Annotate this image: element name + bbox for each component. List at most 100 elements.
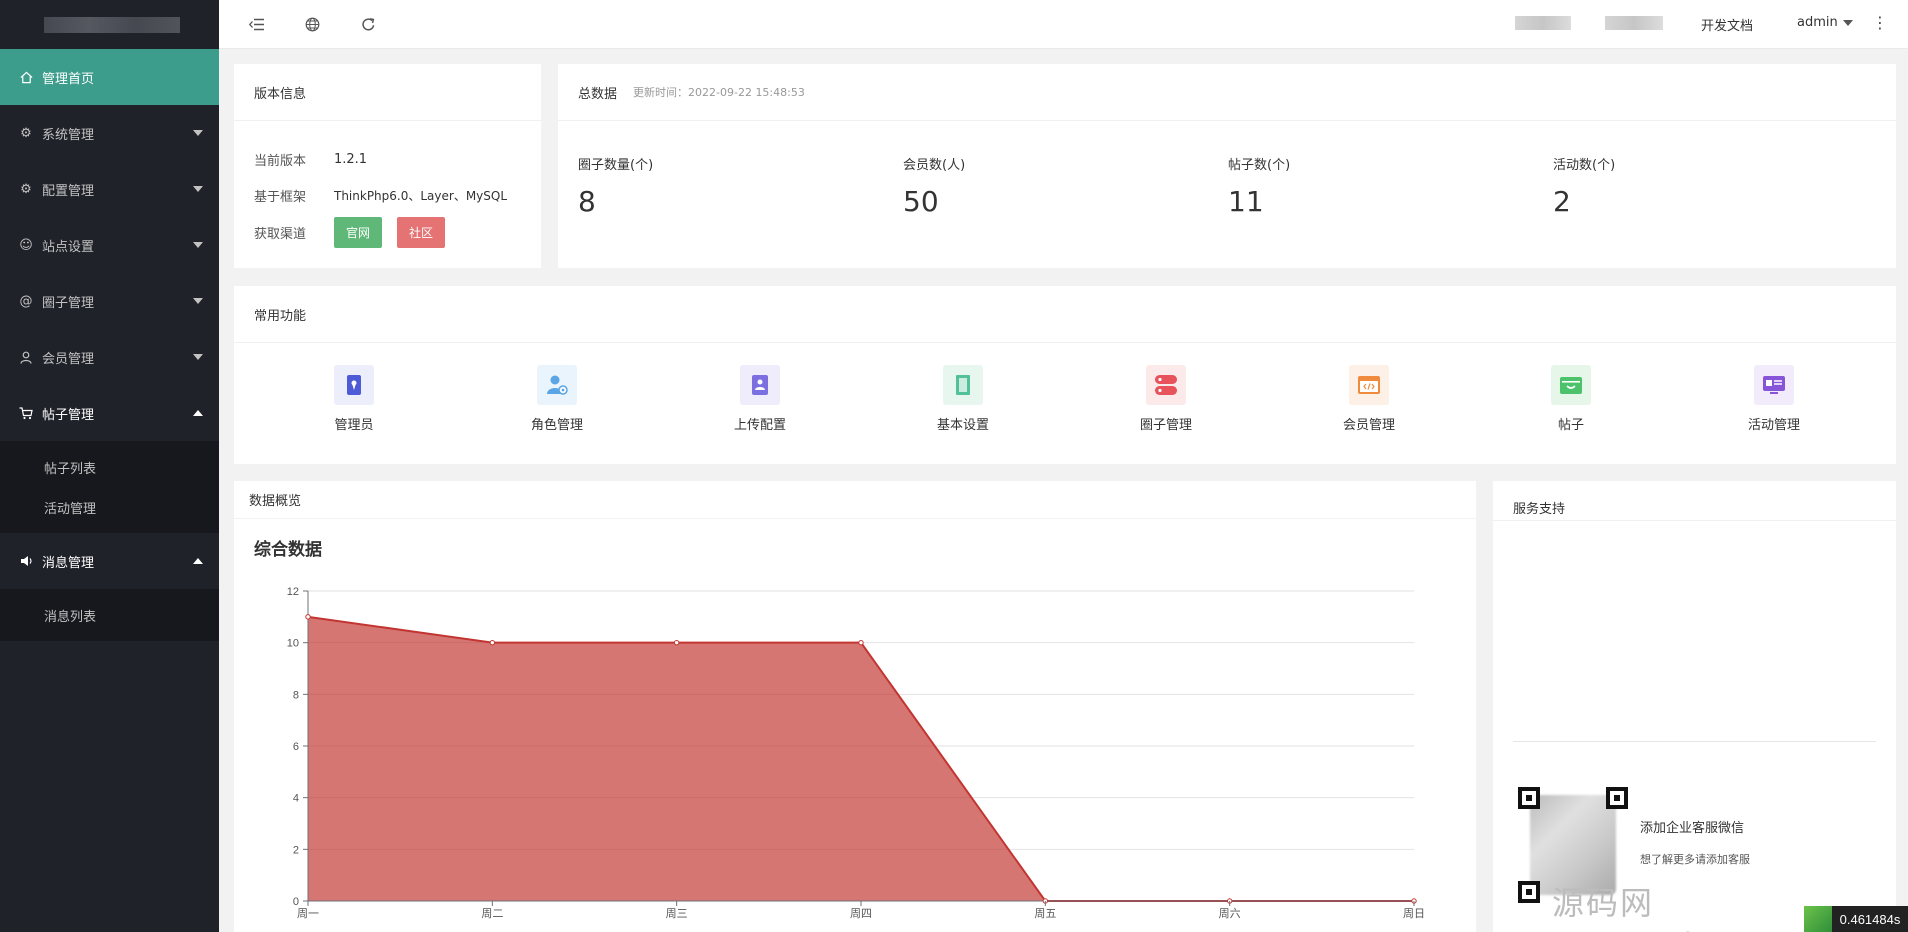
x-tick-label: 周五 xyxy=(1034,907,1056,920)
shortcut-item[interactable]: 管理员 xyxy=(294,365,414,433)
gear-icon: ⚙ xyxy=(20,125,32,141)
card-title: 常用功能 xyxy=(234,286,1896,343)
page-timer: 0.461484s xyxy=(1832,906,1908,932)
x-tick-label: 周六 xyxy=(1219,907,1241,920)
stat-value: 11 xyxy=(1228,185,1264,218)
shortcut-item[interactable]: 会员管理 xyxy=(1309,365,1429,433)
stat-value: 50 xyxy=(903,185,939,218)
x-tick-label: 周三 xyxy=(666,907,688,920)
sidebar-item-config[interactable]: ⚙ 配置管理 xyxy=(0,161,219,217)
channel-row: 获取渠道 官网 社区 xyxy=(254,217,446,248)
logo[interactable] xyxy=(0,0,219,49)
stat-label: 圈子数量(个) xyxy=(578,158,654,173)
at-icon: @ xyxy=(19,293,33,309)
shortcut-item[interactable]: 活动管理 xyxy=(1714,365,1834,433)
user-menu[interactable]: admin xyxy=(1797,15,1853,30)
sidebar-item-system[interactable]: ⚙ 系统管理 xyxy=(0,105,219,161)
globe-icon[interactable] xyxy=(302,14,322,34)
shortcut-label: 基本设置 xyxy=(936,418,989,433)
data-point xyxy=(489,639,496,646)
qr-title: 添加企业客服微信 xyxy=(1640,821,1745,836)
top-header: 开发文档 admin ⋮ xyxy=(219,0,1908,49)
docs-link[interactable]: 开发文档 xyxy=(1701,15,1753,34)
sidebar-item-label: 系统管理 xyxy=(42,127,95,143)
community-button[interactable]: 社区 xyxy=(397,217,446,248)
version-row: 当前版本 1.2.1 xyxy=(254,150,367,169)
sidebar-item-home[interactable]: 管理首页 xyxy=(0,49,219,105)
server-icon xyxy=(1146,365,1186,405)
stat-members: 会员数(人) 50 xyxy=(903,154,965,218)
qr-finder xyxy=(1518,787,1540,809)
channel-label: 获取渠道 xyxy=(254,227,307,242)
framework-row: 基于框架 ThinkPhp6.0、Layer、MySQL xyxy=(254,186,507,205)
submenu-item-message-list[interactable]: 消息列表 xyxy=(0,595,219,635)
shortcut-item[interactable]: 圈子管理 xyxy=(1106,365,1226,433)
sidebar-item-site[interactable]: ☺ 站点设置 xyxy=(0,217,219,273)
sidebar-item-circle[interactable]: @ 圈子管理 xyxy=(0,273,219,329)
shortcut-label: 角色管理 xyxy=(530,418,583,433)
refresh-icon[interactable] xyxy=(358,14,378,34)
chevron-down-icon xyxy=(193,242,203,248)
shortcut-item[interactable]: 上传配置 xyxy=(700,365,820,433)
stat-activities: 活动数(个) 2 xyxy=(1553,154,1615,218)
header-blurred-item[interactable] xyxy=(1605,16,1663,30)
y-tick-label: 8 xyxy=(293,689,299,701)
sidebar-item-label: 会员管理 xyxy=(42,351,95,367)
y-tick-label: 12 xyxy=(287,586,299,598)
stat-label: 帖子数(个) xyxy=(1228,158,1291,173)
official-site-button[interactable]: 官网 xyxy=(334,217,383,248)
sidebar-item-messages[interactable]: 消息管理 xyxy=(0,533,219,589)
version-value: 1.2.1 xyxy=(334,152,368,167)
y-tick-label: 10 xyxy=(287,638,299,650)
shortcut-item[interactable]: 角色管理 xyxy=(497,365,617,433)
x-tick-label: 周四 xyxy=(850,907,872,920)
username: admin xyxy=(1797,15,1838,30)
sidebar-item-label: 消息管理 xyxy=(42,555,95,571)
sidebar-item-label: 管理首页 xyxy=(42,71,95,87)
chevron-down-icon xyxy=(193,298,203,304)
stat-value: 8 xyxy=(578,185,596,218)
framework-label: 基于框架 xyxy=(254,190,307,205)
qr-finder xyxy=(1606,787,1628,809)
submenu-posts: 帖子列表 活动管理 xyxy=(0,441,219,533)
shortcut-item[interactable]: 基本设置 xyxy=(903,365,1023,433)
header-blurred-item[interactable] xyxy=(1515,16,1571,30)
sidebar-item-member[interactable]: 会员管理 xyxy=(0,329,219,385)
stat-circles: 圈子数量(个) 8 xyxy=(578,154,653,218)
card-title: 总数据 xyxy=(578,86,618,102)
chevron-up-icon xyxy=(193,410,203,416)
submenu-item-activity[interactable]: 活动管理 xyxy=(0,487,219,527)
submenu-item-post-list[interactable]: 帖子列表 xyxy=(0,447,219,487)
x-tick-label: 周日 xyxy=(1403,907,1425,920)
card-title: 版本信息 xyxy=(234,64,541,121)
functions-card: 常用功能 管理员 角色管理 上传配置 基本设置 圈子管理 会员管理 帖子 活动管理 xyxy=(234,286,1896,464)
chevron-down-icon xyxy=(193,186,203,192)
chevron-down-icon xyxy=(193,130,203,136)
shortcut-label: 帖子 xyxy=(1557,418,1584,433)
stat-label: 活动数(个) xyxy=(1553,158,1616,173)
support-card: 服务支持 添加企业客服微信 想了解更多请添加客服 xyxy=(1493,481,1896,932)
x-tick-label: 周一 xyxy=(297,907,319,920)
submenu-messages: 消息列表 xyxy=(0,589,219,641)
shortcut-label: 上传配置 xyxy=(733,418,786,433)
menu-fold-icon[interactable] xyxy=(247,14,267,34)
tray-icon xyxy=(1551,365,1591,405)
y-tick-label: 4 xyxy=(293,793,299,805)
sidebar-item-label: 配置管理 xyxy=(42,183,95,199)
overview-card: 数据概览 综合数据 0 2 4 6 8 10 12 周一 周二 周三 周四 周五 周六 周日 xyxy=(234,481,1476,932)
shortcut-label: 圈子管理 xyxy=(1139,418,1192,433)
gear-icon: ⚙ xyxy=(20,181,32,197)
shortcut-label: 会员管理 xyxy=(1342,418,1395,433)
card-header: 总数据 更新时间：2022-09-22 15:48:53 xyxy=(558,64,1896,121)
sidebar-item-posts[interactable]: 帖子管理 xyxy=(0,385,219,441)
area-chart: 024681012周一 周二 周三 周四 周五 周六 周日 xyxy=(287,586,1425,920)
totals-card: 总数据 更新时间：2022-09-22 15:48:53 圈子数量(个) 8 会… xyxy=(558,64,1896,268)
stat-posts: 帖子数(个) 11 xyxy=(1228,154,1290,218)
timer-logo-icon xyxy=(1804,906,1832,932)
stat-value: 2 xyxy=(1553,185,1571,218)
version-card: 版本信息 当前版本 1.2.1 基于框架 ThinkPhp6.0、Layer、M… xyxy=(234,64,541,268)
more-icon[interactable]: ⋮ xyxy=(1872,13,1888,32)
shortcut-item[interactable]: 帖子 xyxy=(1511,365,1631,433)
update-time: 更新时间：2022-09-22 15:48:53 xyxy=(633,86,805,99)
qr-subtitle: 想了解更多请添加客服 xyxy=(1640,853,1750,866)
